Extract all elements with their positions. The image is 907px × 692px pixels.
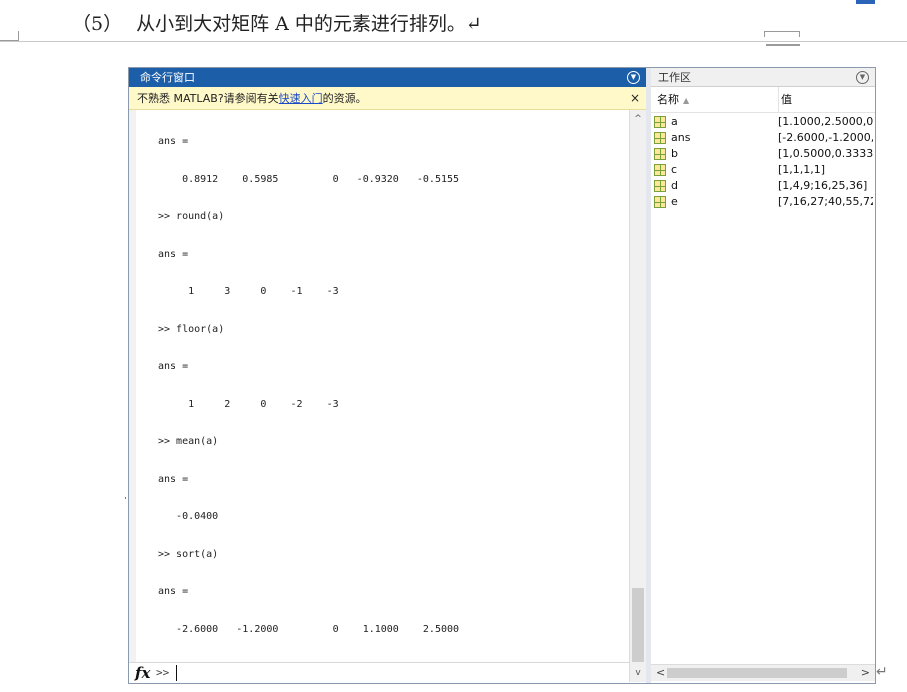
matrix-variable-icon (654, 116, 666, 128)
output-line: ans = (158, 136, 189, 147)
matrix-variable-icon (654, 180, 666, 192)
workspace-panel: 工作区 ▼ 名称 ▲ 值 a [1.1000,2.5000,0,- ans [-2… (651, 68, 875, 683)
command-window-title-bar: 命令行窗口 ▼ (129, 68, 646, 87)
matrix-variable-icon (654, 148, 666, 160)
margin-corner-right (764, 31, 800, 37)
command-window-scrollbar[interactable]: ^ v (629, 110, 646, 682)
scrollbar-thumb[interactable] (667, 668, 847, 678)
column-header-name[interactable]: 名称 ▲ (657, 87, 689, 113)
workspace-variable-row[interactable]: c [1,1,1,1] (651, 162, 875, 178)
variable-value: [1.1000,2.5000,0,- (778, 115, 873, 128)
prompt-symbol: >> (156, 666, 170, 679)
workspace-title-bar: 工作区 ▼ (651, 68, 875, 87)
matlab-screenshot: 命令行窗口 ▼ 不熟悉 MATLAB?请参阅有关快速入门的资源。 × ans =… (128, 67, 876, 684)
output-line: ans = (158, 586, 189, 597)
output-line: -0.0400 (158, 511, 219, 522)
text-cursor (176, 665, 177, 681)
sort-ascending-icon: ▲ (683, 96, 690, 105)
margin-corner-right-line (766, 44, 800, 46)
variable-value: [1,4,9;16,25,36] (778, 179, 868, 192)
margin-corner-left (0, 31, 19, 41)
close-icon[interactable]: × (630, 87, 640, 110)
header-rule (0, 41, 907, 42)
scrollbar-thumb[interactable] (632, 588, 644, 662)
command-line: >> mean(a) (158, 436, 219, 447)
variable-value: [1,1,1,1] (778, 163, 826, 176)
workspace-variable-row[interactable]: a [1.1000,2.5000,0,- (651, 114, 875, 130)
output-line: ans = (158, 474, 189, 485)
scroll-left-icon[interactable]: < (656, 666, 665, 679)
function-browser-icon[interactable]: fx (135, 664, 150, 682)
paragraph-return-mark: ↵ (876, 664, 888, 680)
scroll-down-icon[interactable]: v (630, 666, 646, 680)
command-prompt[interactable]: fx >> (129, 662, 629, 683)
variable-name: d (671, 179, 678, 192)
document-heading: （5） 从小到大对矩阵 A 中的元素进行排列。↵ (72, 9, 482, 36)
margin-tick (125, 497, 126, 499)
workspace-variable-row[interactable]: e [7,16,27;40,55,72] (651, 194, 875, 210)
variable-value: [-2.6000,-1.2000,0 (778, 131, 873, 144)
variable-name: a (671, 115, 678, 128)
output-line: 0.8912 0.5985 0 -0.9320 -0.5155 (158, 174, 460, 185)
scroll-up-icon[interactable]: ^ (630, 112, 646, 126)
workspace-horizontal-scrollbar[interactable]: < > (651, 664, 875, 681)
quick-start-link[interactable]: 快速入门 (279, 92, 323, 105)
workspace-variable-row[interactable]: b [1,0.5000,0.3333,0 (651, 146, 875, 162)
matrix-variable-icon (654, 164, 666, 176)
heading-number: （5） (72, 13, 123, 35)
banner-suffix: 的资源。 (322, 92, 367, 105)
scroll-right-icon[interactable]: > (861, 666, 870, 679)
chevron-circle-down-icon[interactable]: ▼ (856, 71, 869, 84)
variable-value: [1,0.5000,0.3333,0 (778, 147, 873, 160)
getting-started-banner: 不熟悉 MATLAB?请参阅有关快速入门的资源。 × (129, 87, 646, 110)
matrix-variable-icon (654, 132, 666, 144)
command-line: >> sort(a) (158, 549, 219, 560)
command-line: >> floor(a) (158, 324, 225, 335)
matrix-variable-icon (654, 196, 666, 208)
variable-name: ans (671, 131, 691, 144)
workspace-variable-row[interactable]: ans [-2.6000,-1.2000,0 (651, 130, 875, 146)
document-accent-bar (856, 0, 875, 4)
command-line: >> round(a) (158, 211, 225, 222)
chevron-circle-down-icon[interactable]: ▼ (627, 71, 640, 84)
variable-value: [7,16,27;40,55,72] (778, 195, 873, 208)
variable-name: c (671, 163, 678, 176)
column-header-value[interactable]: 值 (778, 87, 876, 112)
workspace-table-header: 名称 ▲ 值 (651, 87, 875, 113)
output-line: ans = (158, 249, 189, 260)
variable-name: e (671, 195, 678, 208)
command-window-output[interactable]: ans = 0.8912 0.5985 0 -0.9320 -0.5155 >>… (129, 110, 629, 662)
output-line: 1 2 0 -2 -3 (158, 399, 339, 410)
banner-prefix: 不熟悉 MATLAB?请参阅有关 (137, 92, 279, 105)
output-line: 1 3 0 -1 -3 (158, 286, 339, 297)
variable-name: b (671, 147, 678, 160)
output-line: -2.6000 -1.2000 0 1.1000 2.5000 (158, 624, 460, 635)
workspace-variable-row[interactable]: d [1,4,9;16,25,36] (651, 178, 875, 194)
command-window-title: 命令行窗口 (140, 71, 195, 84)
heading-text: 从小到大对矩阵 A 中的元素进行排列。↵ (136, 13, 482, 35)
output-line: ans = (158, 361, 189, 372)
workspace-title: 工作区 (658, 71, 691, 84)
